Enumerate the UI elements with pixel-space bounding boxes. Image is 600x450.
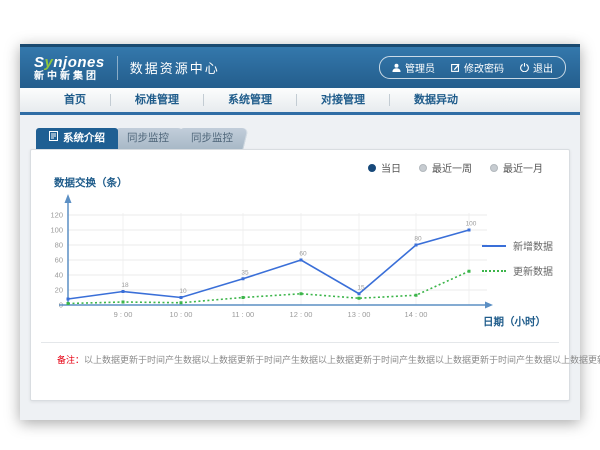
user-icon <box>392 63 401 72</box>
svg-text:80: 80 <box>55 241 63 250</box>
nav-item-home[interactable]: 首页 <box>40 88 110 112</box>
dotted-line-swatch <box>482 270 506 272</box>
footnote-prefix: 备注： <box>57 355 84 365</box>
logo-text: Synjones <box>34 55 105 70</box>
svg-text:15: 15 <box>357 284 365 291</box>
x-axis-title: 日期（小时） <box>483 314 546 329</box>
radio-label: 最近一周 <box>432 160 472 175</box>
logo: Synjones 新中新集团 <box>34 55 105 82</box>
solid-line-swatch <box>482 245 506 247</box>
tab-label: 同步监控 <box>191 128 233 149</box>
radio-label: 最近一月 <box>503 160 543 175</box>
nav-item-system-mgmt[interactable]: 系统管理 <box>204 88 296 112</box>
logout-button[interactable]: 退出 <box>520 60 553 75</box>
edit-icon <box>451 63 460 72</box>
nav-item-data-change[interactable]: 数据异动 <box>390 88 482 112</box>
power-icon <box>520 63 529 72</box>
svg-text:18: 18 <box>121 282 129 289</box>
radio-today[interactable]: 当日 <box>368 160 401 175</box>
app-window: Synjones 新中新集团 数据资源中心 管理员 修改密码 退出 <box>20 44 580 420</box>
nav-item-standard-mgmt[interactable]: 标准管理 <box>111 88 203 112</box>
legend-item-new-data: 新增数据 <box>482 238 553 253</box>
nav-item-interface-mgmt[interactable]: 对接管理 <box>297 88 389 112</box>
change-password-button[interactable]: 修改密码 <box>451 60 504 75</box>
svg-text:14 : 00: 14 : 00 <box>405 310 428 319</box>
note-divider <box>41 342 559 343</box>
tab-system-intro[interactable]: 系统介绍 <box>36 128 118 149</box>
svg-text:80: 80 <box>414 236 422 243</box>
svg-text:13 : 00: 13 : 00 <box>348 310 371 319</box>
radio-icon <box>368 164 376 172</box>
svg-text:9 : 00: 9 : 00 <box>114 310 133 319</box>
svg-text:60: 60 <box>55 256 63 265</box>
radio-icon <box>490 164 498 172</box>
app-title: 数据资源中心 <box>130 58 220 77</box>
logo-subtext: 新中新集团 <box>34 72 105 82</box>
tab-label: 同步监控 <box>127 128 169 149</box>
legend-label: 更新数据 <box>513 263 553 278</box>
svg-text:120: 120 <box>51 211 63 220</box>
logout-label: 退出 <box>533 60 553 75</box>
svg-text:10: 10 <box>179 288 187 295</box>
tab-sync-monitor-1[interactable]: 同步监控 <box>111 128 184 149</box>
radio-last-week[interactable]: 最近一周 <box>419 160 472 175</box>
svg-text:12 : 00: 12 : 00 <box>290 310 313 319</box>
user-label: 管理员 <box>405 60 435 75</box>
radio-icon <box>419 164 427 172</box>
change-password-label: 修改密码 <box>464 60 504 75</box>
tab-bar: 系统介绍 同步监控 同步监控 <box>36 128 246 149</box>
chart-card: 当日 最近一周 最近一月 数据交换（条） 0204060801001209 : … <box>30 149 570 401</box>
footnote: 备注：以上数据更新于时间产生数据以上数据更新于时间产生数据以上数据更新于时间产生… <box>57 353 600 366</box>
svg-text:100: 100 <box>51 226 63 235</box>
radio-last-month[interactable]: 最近一月 <box>490 160 543 175</box>
svg-text:35: 35 <box>241 269 249 276</box>
legend-item-updated-data: 更新数据 <box>482 263 553 278</box>
page-canvas: Synjones 新中新集团 数据资源中心 管理员 修改密码 退出 <box>0 0 600 450</box>
radio-label: 当日 <box>381 160 401 175</box>
svg-text:60: 60 <box>299 251 307 258</box>
user-button[interactable]: 管理员 <box>392 60 435 75</box>
legend-label: 新增数据 <box>513 238 553 253</box>
range-filter: 当日 最近一周 最近一月 <box>368 160 543 175</box>
header-divider <box>117 56 118 80</box>
user-toolbar: 管理员 修改密码 退出 <box>379 56 566 79</box>
document-icon <box>49 128 58 149</box>
line-chart: 0204060801001209 : 0010 : 0011 : 0012 : … <box>51 187 511 337</box>
svg-text:10 : 00: 10 : 00 <box>170 310 193 319</box>
tab-sync-monitor-2[interactable]: 同步监控 <box>175 128 248 149</box>
tab-label: 系统介绍 <box>63 128 105 149</box>
svg-text:100: 100 <box>466 221 477 228</box>
svg-text:40: 40 <box>55 271 63 280</box>
svg-text:11 : 00: 11 : 00 <box>232 310 254 319</box>
chart-legend: 新增数据 更新数据 <box>482 238 553 278</box>
main-nav: 首页 标准管理 系统管理 对接管理 数据异动 <box>20 88 580 115</box>
footnote-text: 以上数据更新于时间产生数据以上数据更新于时间产生数据以上数据更新于时间产生数据以… <box>84 355 600 365</box>
svg-text:20: 20 <box>55 286 63 295</box>
header: Synjones 新中新集团 数据资源中心 管理员 修改密码 退出 <box>20 47 580 88</box>
